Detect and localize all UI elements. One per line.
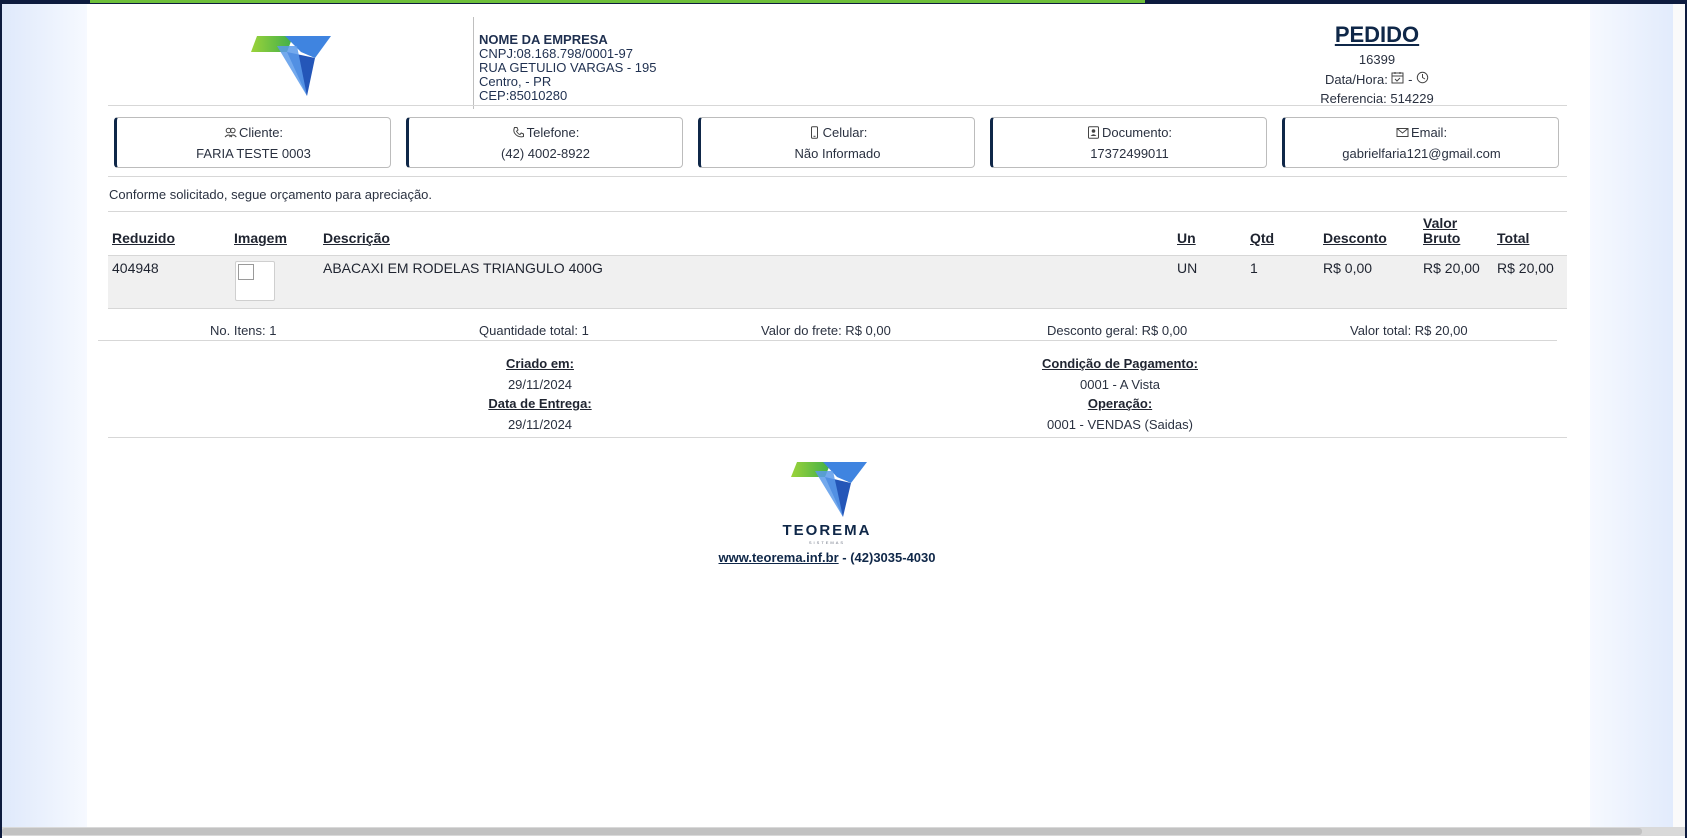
company-cep: CEP:85010280 <box>479 88 568 103</box>
meta-divider <box>108 437 1567 438</box>
cell-valor-bruto: R$ 20,00 <box>1423 260 1480 276</box>
company-name: NOME DA EMPRESA <box>479 32 608 47</box>
brand-subtitle: SISTEMAS <box>808 540 846 545</box>
phone-icon <box>512 127 524 138</box>
order-dates: Criado em: 29/11/2024 Data de Entrega: 2… <box>440 356 640 436</box>
col-header-imagem: Imagem <box>234 230 287 246</box>
operation-label: Operação: <box>1087 396 1153 411</box>
col-header-descricao: Descrição <box>323 230 390 246</box>
summary-quantity: Quantidade total: 1 <box>479 323 589 338</box>
delivery-value: 29/11/2024 <box>507 417 573 432</box>
created-value: 29/11/2024 <box>507 377 573 392</box>
broken-image-icon <box>238 264 254 280</box>
intro-text: Conforme solicitado, segue orçamento par… <box>109 187 433 202</box>
card-celular-value: Não Informado <box>794 146 881 161</box>
calendar-icon <box>1391 72 1404 84</box>
card-documento: Documento: 17372499011 <box>990 117 1267 168</box>
col-header-valor-bruto: Valor Bruto <box>1423 215 1461 246</box>
horizontal-scrollbar-thumb[interactable] <box>2 828 1642 835</box>
company-cnpj: CNPJ:08.168.798/0001-97 <box>479 46 633 61</box>
brand-name: TEOREMA <box>782 522 872 539</box>
datetime-separator: - <box>1408 72 1413 87</box>
cell-total: R$ 20,00 <box>1497 260 1554 276</box>
order-number: 16399 <box>1358 52 1396 67</box>
col-header-qtd: Qtd <box>1250 230 1275 246</box>
cell-un: UN <box>1177 260 1198 276</box>
created-label: Criado em: <box>506 356 574 371</box>
id-card-icon <box>1087 126 1099 139</box>
summary-discount: Desconto geral: R$ 0,00 <box>1047 323 1188 338</box>
mobile-icon <box>810 126 818 139</box>
summary-freight: Valor do frete: R$ 0,00 <box>761 323 891 338</box>
cards-divider <box>108 176 1567 177</box>
payment-value: 0001 - A Vista <box>1080 377 1160 392</box>
footer-website-link[interactable]: www.teorema.inf.br <box>719 550 839 565</box>
col-header-desconto: Desconto <box>1323 230 1387 246</box>
order-document: NOME DA EMPRESA CNPJ:08.168.798/0001-97 … <box>87 4 1587 827</box>
company-logo-icon <box>251 36 331 96</box>
footer-phone: - (42)3035-4030 <box>838 550 936 565</box>
card-documento-value: 17372499011 <box>1090 146 1169 161</box>
order-title: PEDIDO <box>1334 22 1420 47</box>
card-email-label: Email: <box>1410 125 1448 140</box>
delivery-label: Data de Entrega: <box>488 396 592 411</box>
product-image-placeholder <box>235 261 275 301</box>
users-icon <box>224 127 237 138</box>
col-header-un: Un <box>1177 230 1196 246</box>
teorema-logo: TEOREMA SISTEMAS <box>777 459 877 549</box>
loading-progress-bar <box>90 0 1145 3</box>
intro-divider <box>108 211 1567 212</box>
col-header-reduzido: Reduzido <box>112 230 175 246</box>
clock-icon <box>1416 71 1429 84</box>
col-header-total: Total <box>1497 230 1530 246</box>
envelope-icon <box>1396 128 1409 137</box>
header-divider <box>108 105 1567 106</box>
page-right-background <box>1590 4 1685 828</box>
card-telefone-value: (42) 4002-8922 <box>501 146 590 161</box>
operation-value: 0001 - VENDAS (Saidas) <box>1047 417 1193 432</box>
order-header: PEDIDO 16399 Data/Hora: - Referencia: 51… <box>1277 22 1477 106</box>
order-payment: Condição de Pagamento: 0001 - A Vista Op… <box>990 356 1250 436</box>
card-email: Email: gabrielfaria121@gmail.com <box>1282 117 1559 168</box>
vertical-scrollbar[interactable] <box>1673 4 1685 828</box>
page-left-background <box>2 4 87 828</box>
order-datetime: Data/Hora: - <box>1277 71 1477 87</box>
company-city: Centro, - PR <box>479 74 552 89</box>
card-email-value: gabrielfaria121@gmail.com <box>1342 146 1501 161</box>
teorema-logo-icon <box>791 462 867 517</box>
company-street: RUA GETULIO VARGAS - 195 <box>479 60 657 75</box>
summary-total: Valor total: R$ 20,00 <box>1350 323 1468 338</box>
card-cliente: Cliente: FARIA TESTE 0003 <box>114 117 391 168</box>
cell-reduzido: 404948 <box>112 260 159 276</box>
card-cliente-label: Cliente: <box>238 125 284 140</box>
card-telefone: Telefone: (42) 4002-8922 <box>406 117 683 168</box>
cell-descricao: ABACAXI EM RODELAS TRIANGULO 400G <box>323 260 603 276</box>
horizontal-scrollbar[interactable] <box>2 827 1685 836</box>
customer-info-cards: Cliente: FARIA TESTE 0003 Telefone: (42)… <box>114 117 1561 169</box>
datetime-label: Data/Hora: <box>1324 72 1388 87</box>
cell-desconto: R$ 0,00 <box>1323 260 1373 276</box>
card-documento-label: Documento: <box>1101 125 1173 140</box>
footer-contact: www.teorema.inf.br - (42)3035-4030 <box>647 550 1007 565</box>
summary-items: No. Itens: 1 <box>210 323 277 338</box>
payment-label: Condição de Pagamento: <box>1041 356 1199 371</box>
card-cliente-value: FARIA TESTE 0003 <box>196 146 311 161</box>
card-celular: Celular: Não Informado <box>698 117 975 168</box>
company-info: NOME DA EMPRESA CNPJ:08.168.798/0001-97 … <box>473 17 656 109</box>
cell-qtd: 1 <box>1250 260 1258 276</box>
summary-divider <box>98 340 1557 341</box>
card-celular-label: Celular: <box>822 125 868 140</box>
order-reference: Referencia: 514229 <box>1320 91 1434 106</box>
card-telefone-label: Telefone: <box>526 125 580 140</box>
